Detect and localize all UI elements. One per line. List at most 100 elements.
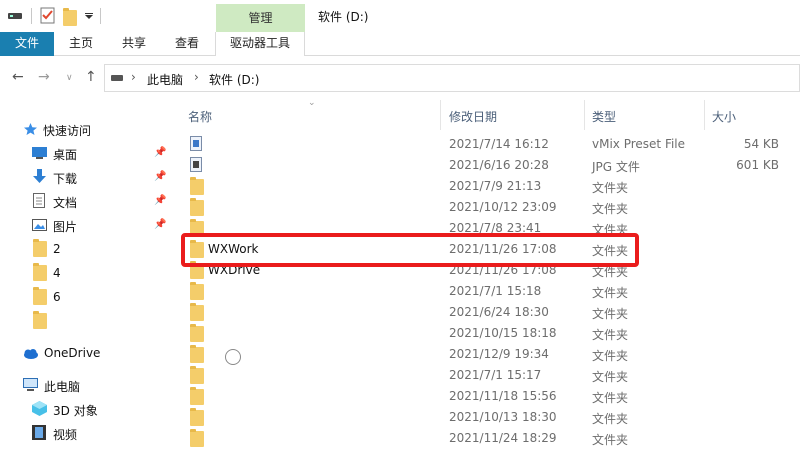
sidebar-item-folder-4[interactable]: 4: [0, 262, 172, 284]
column-divider[interactable]: [704, 100, 705, 130]
drive-icon: [111, 75, 123, 81]
pin-icon[interactable]: 📌: [154, 195, 166, 206]
sidebar-item-folder-2[interactable]: 2: [0, 238, 172, 260]
file-date: 2021/7/9 21:13: [449, 179, 542, 193]
folder-icon: [190, 177, 204, 195]
sidebar-item-folder[interactable]: [0, 310, 172, 332]
nav-quick-access[interactable]: 快速访问: [0, 118, 172, 140]
sidebar-item-onedrive[interactable]: OneDrive: [0, 342, 172, 364]
file-row[interactable]: 2021/6/16 20:28 JPG 文件 601 KB: [178, 155, 800, 176]
file-type: 文件夹: [592, 286, 629, 300]
preset-file-icon: [190, 136, 202, 151]
tab-file[interactable]: 文件: [0, 32, 54, 56]
breadcrumb-chevron-icon[interactable]: ›: [131, 70, 136, 84]
nav-label: 下载: [53, 172, 78, 186]
column-header: ⌄ 名称 修改日期 类型 大小: [178, 98, 800, 132]
pin-icon[interactable]: 📌: [154, 147, 166, 158]
folder-icon[interactable]: [63, 8, 77, 26]
recent-locations-icon[interactable]: ∨: [66, 73, 73, 83]
sidebar-item-videos[interactable]: 视频: [0, 422, 172, 444]
tab-home[interactable]: 主页: [54, 32, 108, 56]
folder-icon: [190, 387, 204, 405]
column-size[interactable]: 大小: [712, 108, 736, 125]
nav-label: 图片: [53, 220, 78, 234]
pin-icon[interactable]: 📌: [154, 219, 166, 230]
dropdown-arrow-icon[interactable]: [85, 13, 93, 19]
up-arrow-icon[interactable]: ↑: [85, 69, 97, 85]
breadcrumb-chevron-icon[interactable]: ›: [194, 70, 199, 84]
breadcrumb-this-pc[interactable]: 此电脑: [147, 71, 183, 88]
folder-icon: [190, 429, 204, 447]
folder-row[interactable]: 2021/7/1 15:18 文件夹: [178, 281, 800, 302]
column-name[interactable]: 名称: [188, 108, 212, 125]
file-type: 文件夹: [592, 181, 629, 195]
folder-icon: [190, 366, 204, 384]
column-divider[interactable]: [440, 100, 441, 130]
file-type: vMix Preset File: [592, 137, 686, 151]
folder-icon: [190, 198, 204, 216]
toolbar-divider: [100, 8, 101, 24]
sidebar-item-downloads[interactable]: 下载 📌: [0, 166, 172, 188]
nav-label: OneDrive: [44, 346, 101, 360]
file-type: 文件夹: [592, 433, 629, 447]
folder-icon: [33, 311, 47, 329]
folder-icon: [190, 282, 204, 300]
download-icon: [33, 169, 46, 183]
sort-chevron-icon: ⌄: [308, 98, 316, 108]
highlight-box: [181, 233, 639, 267]
folder-row[interactable]: 2021/10/13 18:30 文件夹: [178, 407, 800, 428]
tab-drive-tools[interactable]: 驱动器工具: [215, 32, 305, 56]
column-type[interactable]: 类型: [592, 108, 616, 125]
address-bar[interactable]: › 此电脑 › 软件 (D:): [104, 64, 800, 92]
nav-label: 桌面: [53, 148, 78, 162]
sidebar-item-desktop[interactable]: 桌面 📌: [0, 142, 172, 164]
forward-arrow-icon[interactable]: →: [38, 69, 50, 85]
folder-row[interactable]: 2021/12/9 19:34 文件夹: [178, 344, 800, 365]
folder-row[interactable]: 2021/10/12 23:09 文件夹: [178, 197, 800, 218]
sidebar-item-folder-6[interactable]: 6: [0, 286, 172, 308]
folder-row[interactable]: 2021/10/15 18:18 文件夹: [178, 323, 800, 344]
file-date: 2021/10/12 23:09: [449, 200, 557, 214]
column-date[interactable]: 修改日期: [449, 108, 497, 125]
tab-share[interactable]: 共享: [108, 32, 160, 56]
file-date: 2021/11/24 18:29: [449, 431, 557, 445]
folder-row[interactable]: 2021/11/24 18:29 文件夹: [178, 428, 800, 449]
file-date: 2021/6/16 20:28: [449, 158, 549, 172]
nav-label: 6: [53, 290, 61, 304]
file-row[interactable]: 2021/7/14 16:12 vMix Preset File 54 KB: [178, 134, 800, 155]
column-divider[interactable]: [584, 100, 585, 130]
cursor-ring-icon: [225, 349, 241, 365]
sidebar-item-documents[interactable]: 文档 📌: [0, 190, 172, 212]
folder-row[interactable]: 2021/7/1 15:17 文件夹: [178, 365, 800, 386]
sidebar-item-this-pc[interactable]: 此电脑: [0, 374, 172, 396]
sidebar-item-pictures[interactable]: 图片 📌: [0, 214, 172, 236]
toolbar-divider: [31, 8, 32, 24]
file-date: 2021/12/9 19:34: [449, 347, 549, 361]
3d-objects-icon: [32, 401, 47, 416]
checklist-icon[interactable]: [40, 7, 55, 24]
breadcrumb-drive-d[interactable]: 软件 (D:): [209, 71, 259, 88]
tab-view[interactable]: 查看: [160, 32, 214, 56]
file-date: 2021/10/15 18:18: [449, 326, 557, 340]
file-date: 2021/6/24 18:30: [449, 305, 549, 319]
file-type: JPG 文件: [592, 160, 640, 174]
folder-row[interactable]: 2021/6/24 18:30 文件夹: [178, 302, 800, 323]
sidebar-item-3d-objects[interactable]: 3D 对象: [0, 398, 172, 420]
file-type: 文件夹: [592, 391, 629, 405]
cloud-icon: [24, 349, 38, 359]
file-type: 文件夹: [592, 328, 629, 342]
folder-icon: [33, 287, 47, 305]
file-date: 2021/11/18 15:56: [449, 389, 557, 403]
navigation-pane: 快速访问 桌面 📌 下载 📌 文档 📌 图片 📌 2 4 6 OneDrive …: [0, 98, 172, 450]
back-arrow-icon[interactable]: ←: [12, 69, 24, 85]
nav-label: 4: [53, 266, 61, 280]
drive-icon[interactable]: [8, 12, 22, 20]
file-date: 2021/7/14 16:12: [449, 137, 549, 151]
folder-icon: [190, 303, 204, 321]
file-size: 54 KB: [743, 137, 779, 151]
folder-row[interactable]: 2021/7/9 21:13 文件夹: [178, 176, 800, 197]
manage-tab[interactable]: 管理: [216, 4, 305, 32]
file-type: 文件夹: [592, 349, 629, 363]
folder-row[interactable]: 2021/11/18 15:56 文件夹: [178, 386, 800, 407]
pin-icon[interactable]: 📌: [154, 171, 166, 182]
